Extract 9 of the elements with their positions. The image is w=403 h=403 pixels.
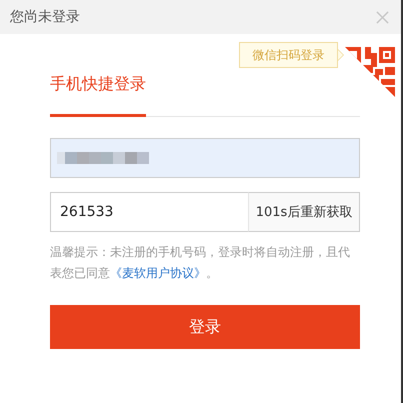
login-button[interactable]: 登录 [50, 305, 360, 349]
notice-text: 温馨提示：未注册的手机号码，登录时将自动注册，且代表您已同意《麦软用户协议》。 [50, 244, 351, 282]
agreement-link[interactable]: 《麦软用户协议》 [110, 266, 206, 280]
window-title: 您尚未登录 [10, 8, 80, 26]
login-tab[interactable]: 手机快捷登录 [50, 74, 146, 117]
phone-field[interactable] [50, 138, 360, 178]
qr-code-icon[interactable] [345, 47, 395, 97]
qr-login-tooltip: 微信扫码登录 [239, 42, 345, 68]
resend-button[interactable]: 101s后重新获取 [248, 192, 360, 232]
